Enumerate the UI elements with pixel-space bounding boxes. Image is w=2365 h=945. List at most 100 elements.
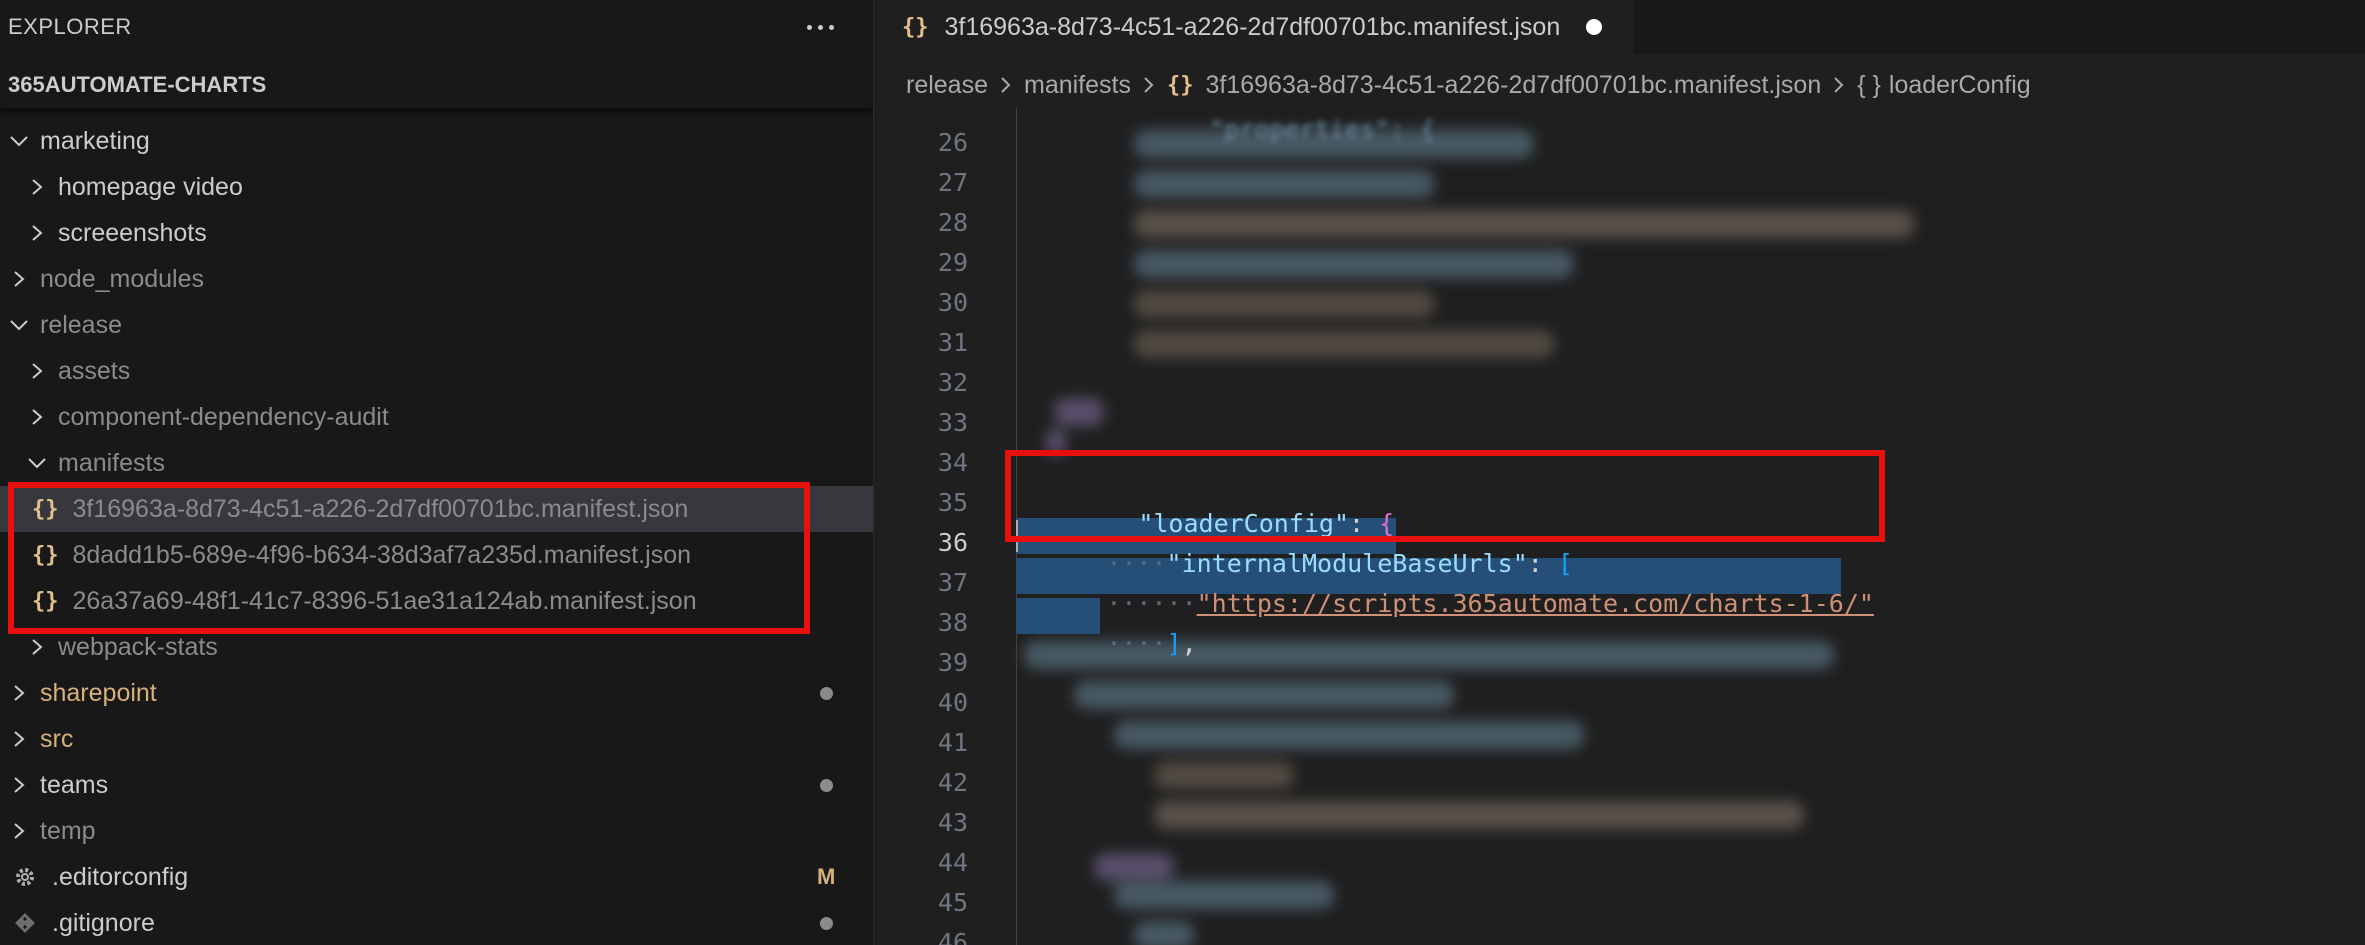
folder-item[interactable]: component-dependency-audit	[0, 394, 873, 440]
tree-item-label: screeenshots	[58, 218, 207, 247]
tree-item-label: .editorconfig	[52, 862, 189, 891]
blurred-code	[1154, 801, 1804, 829]
folder-item[interactable]: release	[0, 302, 873, 348]
line-number: 39	[937, 648, 968, 677]
git-status-dot-icon	[820, 686, 833, 700]
blurred-code	[1134, 170, 1434, 198]
chevron-right-icon[interactable]	[8, 774, 30, 796]
file-item[interactable]: {} 3f16963a-8d73-4c51-a226-2d7df00701bc.m…	[0, 486, 873, 532]
folder-item[interactable]: teams	[0, 762, 873, 808]
json-braces-icon: {}	[902, 14, 929, 40]
object-braces-icon: { }	[1857, 70, 1881, 99]
blurred-code	[1154, 761, 1294, 789]
blurred-code	[1134, 290, 1434, 318]
file-item[interactable]: {} 26a37a69-48f1-41c7-8396-51ae31a124ab.m…	[0, 578, 873, 624]
breadcrumb-release[interactable]: release	[906, 71, 988, 100]
folder-item[interactable]: temp	[0, 808, 873, 854]
chevron-right-icon[interactable]	[8, 682, 30, 704]
line-number: 28	[937, 208, 968, 237]
tree-item-label: 3f16963a-8d73-4c51-a226-2d7df00701bc.man…	[72, 494, 689, 523]
folder-item[interactable]: node_modules	[0, 256, 873, 302]
explorer-header: EXPLORER	[0, 0, 873, 54]
line-number: 43	[937, 808, 968, 837]
tree-item-label: assets	[58, 356, 131, 385]
chevron-right-icon[interactable]	[26, 406, 48, 428]
chevron-down-icon[interactable]	[26, 452, 48, 474]
tree-item-label: release	[40, 310, 122, 339]
tree-item-label: sharepoint	[40, 678, 157, 707]
git-status-dot-icon	[820, 916, 833, 930]
line-number: 42	[937, 768, 968, 797]
blurred-code	[1046, 428, 1066, 456]
folder-item[interactable]: manifests	[0, 440, 873, 486]
breadcrumb-manifests[interactable]: manifests	[1024, 71, 1131, 100]
line-number: 34	[937, 448, 968, 477]
line-number: 37	[937, 568, 968, 597]
blurred-code	[1134, 330, 1554, 358]
chevron-down-icon[interactable]	[8, 130, 30, 152]
file-item[interactable]: .editorconfig M	[0, 854, 873, 900]
blurred-code	[1054, 398, 1104, 426]
line-number: 27	[937, 168, 968, 197]
line-number: 45	[937, 888, 968, 917]
file-item[interactable]: {} 8dadd1b5-689e-4f96-b634-38d3af7a235d.m…	[0, 532, 873, 578]
tree-item-label: teams	[40, 770, 109, 799]
tree-item-label: webpack-stats	[58, 632, 218, 661]
unsaved-dot-icon[interactable]	[1586, 19, 1603, 35]
blurred-code	[1114, 881, 1334, 909]
chevron-down-icon[interactable]	[8, 314, 30, 336]
tree-item-label: 26a37a69-48f1-41c7-8396-51ae31a124ab.man…	[72, 586, 697, 615]
breadcrumb: release manifests {} 3f16963a-8d73-4c51-…	[874, 62, 2031, 108]
chevron-right-icon[interactable]	[26, 176, 48, 198]
chevron-right-icon[interactable]	[26, 636, 48, 658]
folder-item[interactable]: webpack-stats	[0, 624, 873, 670]
chevron-right-icon[interactable]	[26, 360, 48, 382]
line-number: 29	[937, 248, 968, 277]
breadcrumb-loaderconfig[interactable]: loaderConfig	[1889, 71, 2031, 100]
chevron-right-icon	[1831, 74, 1847, 96]
line-number: 31	[937, 328, 968, 357]
project-header[interactable]: 365AUTOMATE-CHARTS	[0, 62, 873, 108]
ellipsis-icon[interactable]	[797, 7, 843, 47]
blurred-code	[1134, 130, 1534, 158]
line-number: 30	[937, 288, 968, 317]
blurred-code	[1134, 921, 1194, 945]
folder-item[interactable]: homepage video	[0, 164, 873, 210]
blurred-code	[1094, 853, 1174, 881]
tree-item-label: .gitignore	[52, 908, 155, 937]
tree-item-label: manifests	[58, 448, 165, 477]
chevron-right-icon[interactable]	[8, 728, 30, 750]
editor-area: {} 3f16963a-8d73-4c51-a226-2d7df00701bc.…	[874, 0, 2365, 945]
json-braces-icon: {}	[32, 588, 59, 614]
tree-item-label: temp	[40, 816, 96, 845]
git-status-dot-icon	[820, 778, 833, 792]
folder-item[interactable]: screeenshots	[0, 210, 873, 256]
folder-item[interactable]: assets	[0, 348, 873, 394]
line-number: 33	[937, 408, 968, 437]
tab-label: 3f16963a-8d73-4c51-a226-2d7df00701bc.man…	[944, 12, 1561, 41]
chevron-right-icon[interactable]	[8, 820, 30, 842]
line-number: 36	[937, 528, 968, 557]
chevron-right-icon[interactable]	[8, 268, 30, 290]
modified-badge: M	[817, 864, 836, 889]
tab-bar: {} 3f16963a-8d73-4c51-a226-2d7df00701bc.…	[874, 0, 2365, 54]
line-number: 35	[937, 488, 968, 517]
folder-item[interactable]: marketing	[0, 118, 873, 164]
text-cursor	[1016, 520, 1018, 552]
line-number: 44	[937, 848, 968, 877]
blurred-code	[1134, 250, 1574, 278]
tree-item-label: node_modules	[40, 264, 205, 293]
git-icon	[12, 910, 38, 936]
folder-item[interactable]: src	[0, 716, 873, 762]
file-item[interactable]: .gitignore	[0, 900, 873, 945]
project-title: 365AUTOMATE-CHARTS	[8, 72, 267, 97]
line-number: 41	[937, 728, 968, 757]
tree-item-label: component-dependency-audit	[58, 402, 389, 431]
folder-item[interactable]: sharepoint	[0, 670, 873, 716]
line-number: 26	[937, 128, 968, 157]
code-editor[interactable]: "properties": { "loaderConfig": {	[874, 108, 2365, 945]
chevron-right-icon	[998, 74, 1014, 96]
json-braces-icon: {}	[32, 496, 59, 522]
chevron-right-icon[interactable]	[26, 222, 48, 244]
tab-manifest-json[interactable]: {} 3f16963a-8d73-4c51-a226-2d7df00701bc.…	[874, 0, 1634, 54]
